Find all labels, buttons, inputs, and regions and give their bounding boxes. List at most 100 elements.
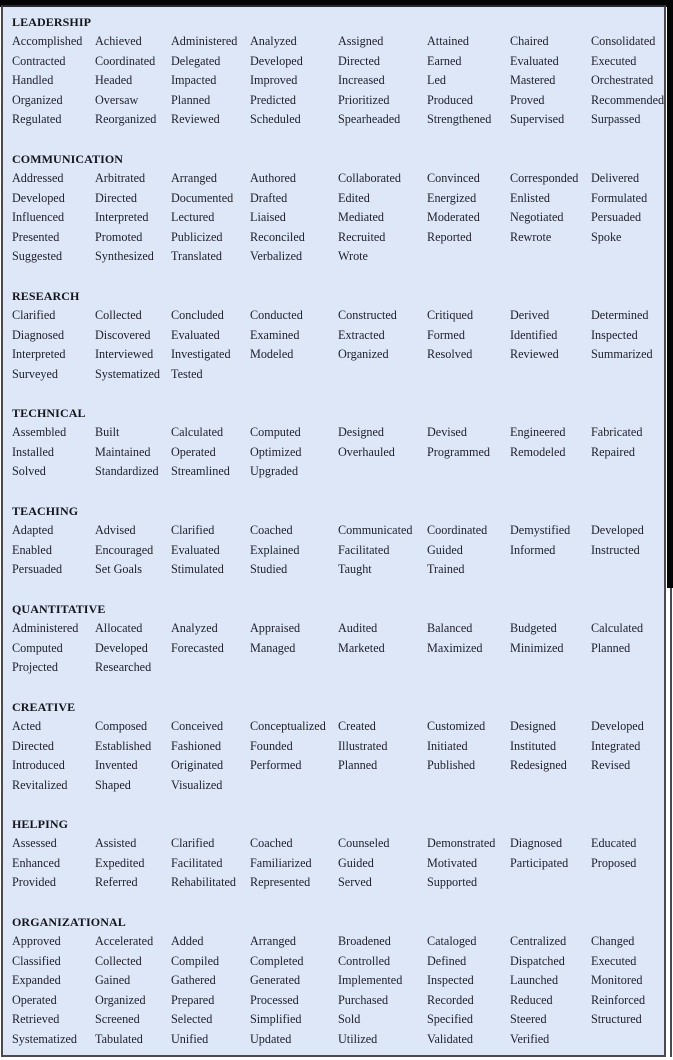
verb-cell: Planned <box>338 758 378 773</box>
verb-cell: Revitalized <box>12 777 68 792</box>
verb-cell: Clarified <box>12 308 56 322</box>
verb-cell: Purchased <box>338 992 389 1007</box>
verb-cell: Computed <box>12 640 63 655</box>
verb-row: Presented Promoted Publicized Reconciled Rec… <box>12 228 672 248</box>
verb-cell: Developed <box>12 190 65 205</box>
verb-cell <box>250 658 338 678</box>
verb-cell: Proposed <box>591 855 637 870</box>
verb-cell: Resolved <box>427 347 473 362</box>
verb-cell: Coordinated <box>427 523 488 537</box>
verb-cell: Consolidated <box>591 34 656 48</box>
section-title: LEADERSHIP <box>12 15 92 29</box>
verb-cell: Demonstrated <box>427 836 496 850</box>
verb-row: Persuaded Set Goals Stimulated Studied Taugh… <box>12 560 672 580</box>
verb-cell: Controlled <box>338 953 391 968</box>
verb-cell: Engineered <box>510 425 566 439</box>
verb-cell: Accelerated <box>95 934 154 948</box>
verb-cell: Motivated <box>427 855 478 870</box>
verb-cell: Built <box>95 425 120 439</box>
verb-cell: Evaluated <box>510 53 559 68</box>
verb-cell <box>591 873 671 893</box>
verb-cell <box>510 776 591 796</box>
verb-cell: Gathered <box>171 973 216 988</box>
verb-cell: Compiled <box>171 953 220 968</box>
verb-cell: Audited <box>338 621 378 635</box>
verb-cell: Enlisted <box>510 190 550 205</box>
verb-cell: Reported <box>427 229 472 244</box>
verb-cell: Fabricated <box>591 425 643 439</box>
verb-cell: Clarified <box>171 836 215 850</box>
verb-cell: Headed <box>95 73 133 88</box>
verb-cell: Interpreted <box>12 347 66 362</box>
verb-cell: Evaluated <box>171 542 220 557</box>
verb-row: Classified Collected Compiled Completed Cont… <box>12 952 672 972</box>
verb-row: Installed Maintained Operated Optimized Over… <box>12 443 672 463</box>
verb-cell: Inspected <box>591 327 638 342</box>
verb-cell: Diagnosed <box>510 836 563 850</box>
verb-cell: Rewrote <box>510 229 552 244</box>
verb-cell <box>510 247 591 267</box>
verb-cell: Presented <box>12 229 60 244</box>
verb-cell: Trained <box>427 562 465 577</box>
verb-cell <box>250 365 338 385</box>
verb-cell: Clarified <box>171 523 215 537</box>
verb-cell <box>427 658 510 678</box>
verb-cell <box>427 462 510 482</box>
verb-cell: Addressed <box>12 171 64 185</box>
verb-cell: Broadened <box>338 934 391 948</box>
verb-cell: Executed <box>591 953 637 968</box>
verb-cell: Centralized <box>510 934 567 948</box>
verb-row: Handled Headed Impacted Improved Increased Le… <box>12 71 672 91</box>
verb-cell: Arbitrated <box>95 171 146 185</box>
verb-cell: Defined <box>427 953 467 968</box>
verb-cell <box>338 365 427 385</box>
verb-cell: Constructed <box>338 308 397 322</box>
verb-cell: Administered <box>12 621 79 635</box>
verb-cell: Persuaded <box>591 210 642 225</box>
verb-cell: Researched <box>95 660 152 675</box>
verb-cell: Provided <box>12 875 57 890</box>
verb-cell: Evaluated <box>171 327 220 342</box>
verb-cell: Impacted <box>171 73 217 88</box>
verb-cell: Referred <box>95 875 138 890</box>
verb-cell: Mastered <box>510 73 556 88</box>
verb-row: Directed Established Fashioned Founded Illus… <box>12 737 672 757</box>
verb-cell: Managed <box>250 640 296 655</box>
verb-cell: Revised <box>591 758 631 773</box>
verb-cell: Assigned <box>338 34 384 48</box>
verb-cell: Programmed <box>427 444 490 459</box>
verb-cell: Interpreted <box>95 210 149 225</box>
verb-row: Regulated Reorganized Reviewed Scheduled Spe… <box>12 110 672 130</box>
verb-cell: Determined <box>591 308 649 322</box>
verb-cell: Examined <box>250 327 300 342</box>
verb-row: Contracted Coordinated Delegated Developed D… <box>12 52 672 72</box>
verb-cell: Corresponded <box>510 171 579 185</box>
verb-cell: Directed <box>12 738 54 753</box>
verb-cell: Predicted <box>250 92 297 107</box>
verb-cell: Reduced <box>510 992 553 1007</box>
verb-cell: Dispatched <box>510 953 565 968</box>
verb-row: Revitalized Shaped Visualized <box>12 776 672 796</box>
verb-cell: Executed <box>591 53 637 68</box>
verb-cell: Familiarized <box>250 855 312 870</box>
verb-cell: Computed <box>250 425 301 439</box>
verb-cell: Set Goals <box>95 562 143 577</box>
verb-cell: Operated <box>171 444 216 459</box>
action-verbs-panel: LEADERSHIP Accomplished Achieved Administer… <box>1 5 666 1057</box>
verb-cell: Delegated <box>171 53 221 68</box>
verb-cell: Proved <box>510 92 545 107</box>
verb-cell: Enhanced <box>12 855 61 870</box>
verb-cell: Contracted <box>12 53 66 68</box>
section-leadership: LEADERSHIP Accomplished Achieved Administer… <box>12 13 672 130</box>
verb-cell: Diagnosed <box>12 327 65 342</box>
verb-cell: Suggested <box>12 249 63 264</box>
verb-cell: Discovered <box>95 327 151 342</box>
verb-cell: Updated <box>250 1031 292 1046</box>
verb-cell <box>427 776 510 796</box>
verb-cell: Achieved <box>95 34 142 48</box>
verb-cell: Maximized <box>427 640 483 655</box>
verb-cell: Interviewed <box>95 347 154 362</box>
verb-cell: Handled <box>12 73 54 88</box>
section-title: ORGANIZATIONAL <box>12 915 126 929</box>
verb-row: Provided Referred Rehabilitated Represented… <box>12 873 672 893</box>
